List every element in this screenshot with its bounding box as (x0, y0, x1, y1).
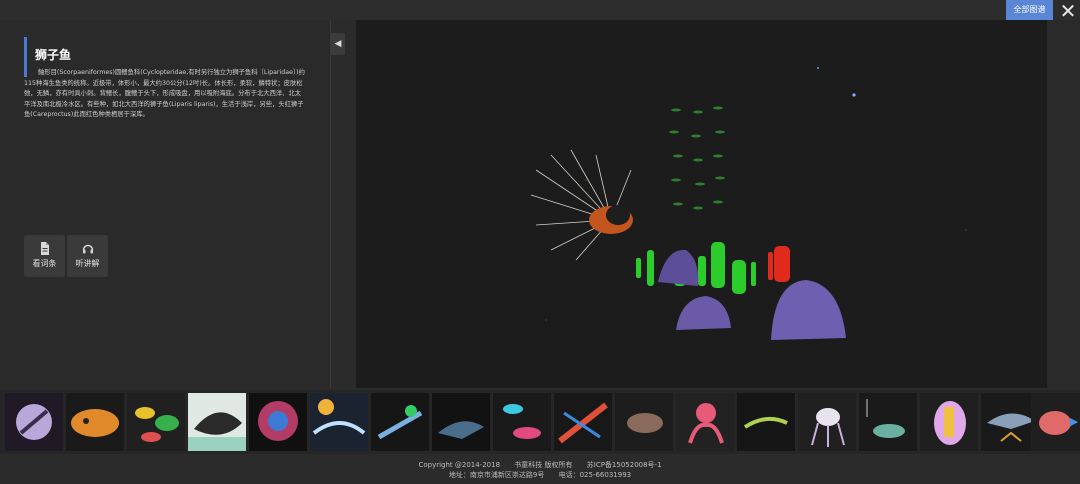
3d-scene-viewport[interactable] (356, 20, 1047, 388)
headphones-icon (67, 240, 108, 254)
chevron-right-icon[interactable]: ▶ (1068, 412, 1080, 432)
view-entry-button[interactable]: 看词条 (24, 235, 65, 277)
thumbnail-7[interactable] (371, 393, 429, 451)
footer-copyright: Copyright @2014-2018 (418, 461, 501, 469)
listen-label: 听讲解 (75, 259, 100, 268)
thumbnail-3[interactable] (127, 393, 185, 451)
thumbnail-2[interactable] (66, 393, 124, 451)
all-maps-button[interactable]: 全部图谱 (1006, 0, 1053, 20)
thumbnail-8[interactable] (432, 393, 490, 451)
thumbnail-6[interactable] (310, 393, 368, 451)
thumbnail-1[interactable] (5, 393, 63, 451)
footer-address: 地址：南京市浦新区崇达路9号 (448, 471, 545, 479)
thumbnail-14[interactable] (798, 393, 856, 451)
thumbnail-4[interactable] (188, 393, 246, 451)
right-margin (1047, 20, 1080, 388)
scene-illustration (530, 67, 967, 340)
thumbnail-13[interactable] (737, 393, 795, 451)
thumbnail-11[interactable] (615, 393, 673, 451)
sidebar-divider (330, 20, 331, 388)
thumbnail-9[interactable] (493, 393, 551, 451)
thumbnail-strip: ▶ (0, 390, 1080, 454)
chevron-left-icon[interactable]: ◀ (331, 33, 345, 55)
thumbnail-5[interactable] (249, 393, 307, 451)
close-icon[interactable]: ✕ (1058, 1, 1078, 21)
species-description: 鲉形目(Scorpaeniformes)圆鳍鱼科(Cyclopteridae,有… (24, 69, 305, 118)
thumbnail-10[interactable] (554, 393, 612, 451)
thumbnail-16[interactable] (920, 393, 978, 451)
view-entry-label: 看词条 (32, 259, 57, 268)
document-icon (24, 240, 65, 255)
species-title: 狮子鱼 (35, 48, 72, 62)
footer: Copyright @2014-2018 书童科技 版权所有 苏ICP备1505… (0, 454, 1080, 484)
top-bar (0, 0, 1080, 20)
footer-phone: 电话：025-66031993 (558, 471, 632, 479)
thumbnail-15[interactable] (859, 393, 917, 451)
footer-icp[interactable]: 苏ICP备15052008号-1 (587, 461, 662, 469)
info-sidebar: 狮子鱼 鲉形目(Scorpaeniformes)圆鳍鱼科(Cyclopterid… (0, 20, 331, 388)
listen-button[interactable]: 听讲解 (67, 235, 108, 277)
footer-company: 书童科技 版权所有 (514, 461, 573, 469)
thumbnail-12[interactable] (676, 393, 734, 451)
